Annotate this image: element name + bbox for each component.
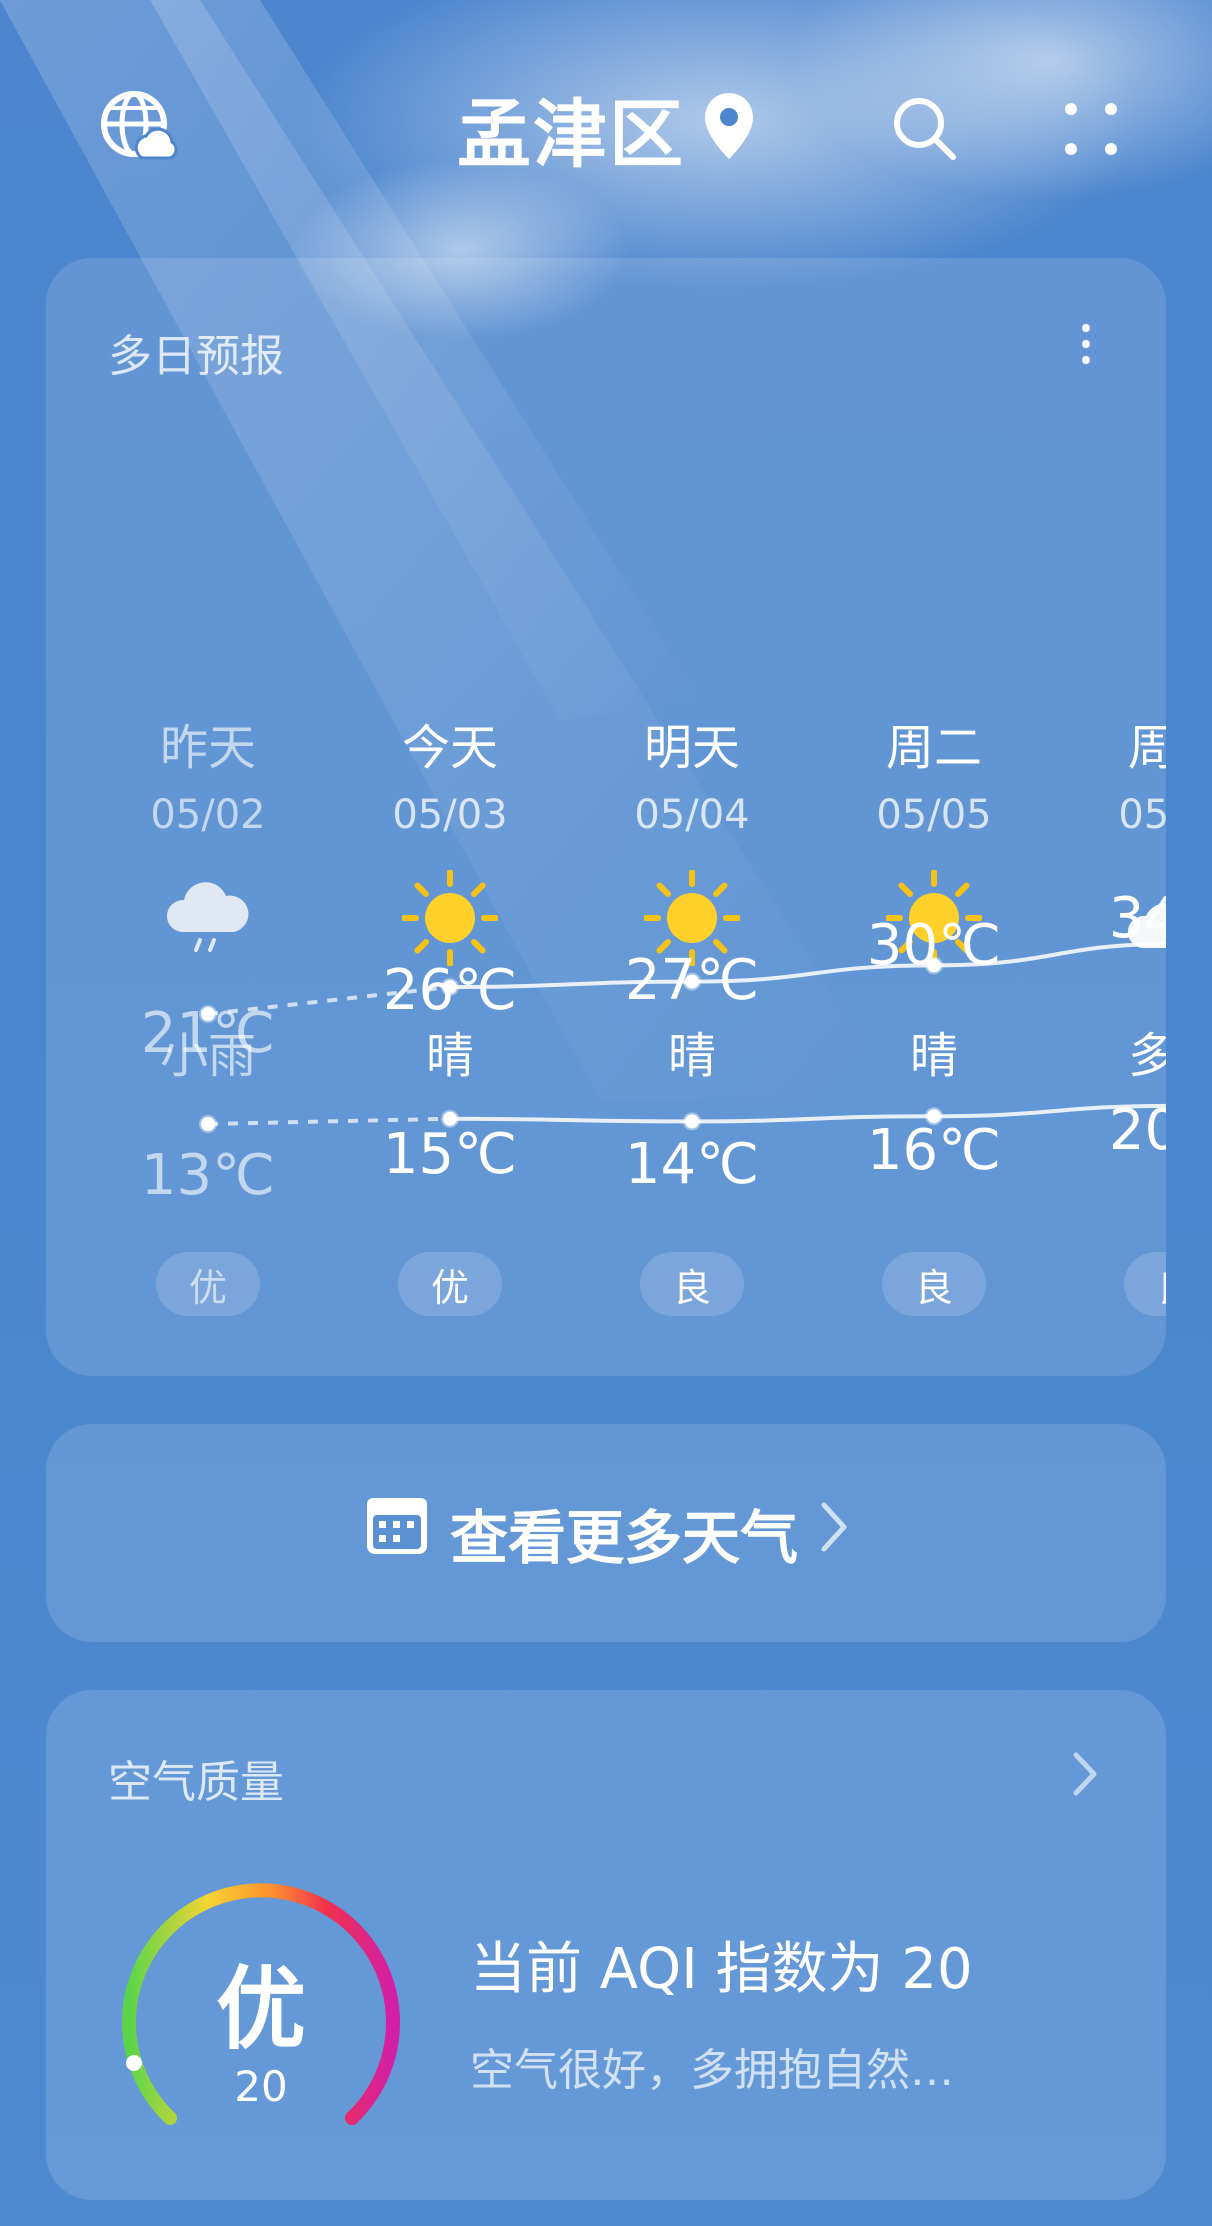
- location-title[interactable]: 孟津区: [0, 78, 1212, 178]
- chevron-right-icon: [818, 1499, 848, 1567]
- high-temp-line: [449, 941, 1166, 989]
- high-temp-past-segment: [207, 985, 451, 1016]
- temperature-curve: [199, 941, 1166, 1133]
- low-temp-past-segment: [207, 1116, 451, 1126]
- low-temp-line: [449, 1103, 1166, 1124]
- forecast-scroll[interactable]: 多日预报 昨天05/02小雨21℃13℃优今天05/03晴26℃15℃优明天05…: [46, 258, 1166, 1376]
- search-icon[interactable]: [880, 84, 970, 174]
- location-pin-icon: [703, 91, 755, 165]
- location-name: 孟津区: [457, 91, 685, 178]
- high-temp-point: [441, 978, 459, 996]
- aqi-headline: 当前 AQI 指数为 20: [470, 1937, 973, 2002]
- low-temp-point: [683, 1112, 701, 1131]
- high-temp-point: [925, 956, 943, 975]
- forecast-card: 多日预报 昨天05/02小雨21℃13℃优今天05/03晴26℃15℃优明天05…: [46, 258, 1166, 1376]
- dots-grid-icon[interactable]: [1046, 84, 1136, 174]
- aqi-gauge: 优 20: [116, 1880, 406, 2140]
- high-temp-point: [683, 972, 701, 991]
- aqi-value: 20: [234, 2062, 288, 2111]
- low-temp-point: [441, 1109, 459, 1128]
- aqi-advice: 空气很好，多拥抱自然…: [470, 2045, 954, 2096]
- high-temp-point: [199, 1005, 217, 1023]
- low-temp-point: [925, 1107, 943, 1126]
- low-temp-point: [199, 1115, 217, 1133]
- aqi-level: 优: [216, 1957, 306, 2062]
- more-weather-label: 查看更多天气: [449, 1504, 798, 1572]
- chevron-right-icon[interactable]: [1060, 1744, 1110, 1804]
- calendar-icon: [364, 1493, 430, 1573]
- air-quality-title: 空气质量: [108, 1757, 284, 1808]
- more-weather-button[interactable]: 查看更多天气: [46, 1424, 1166, 1642]
- top-bar: 孟津区: [0, 0, 1212, 250]
